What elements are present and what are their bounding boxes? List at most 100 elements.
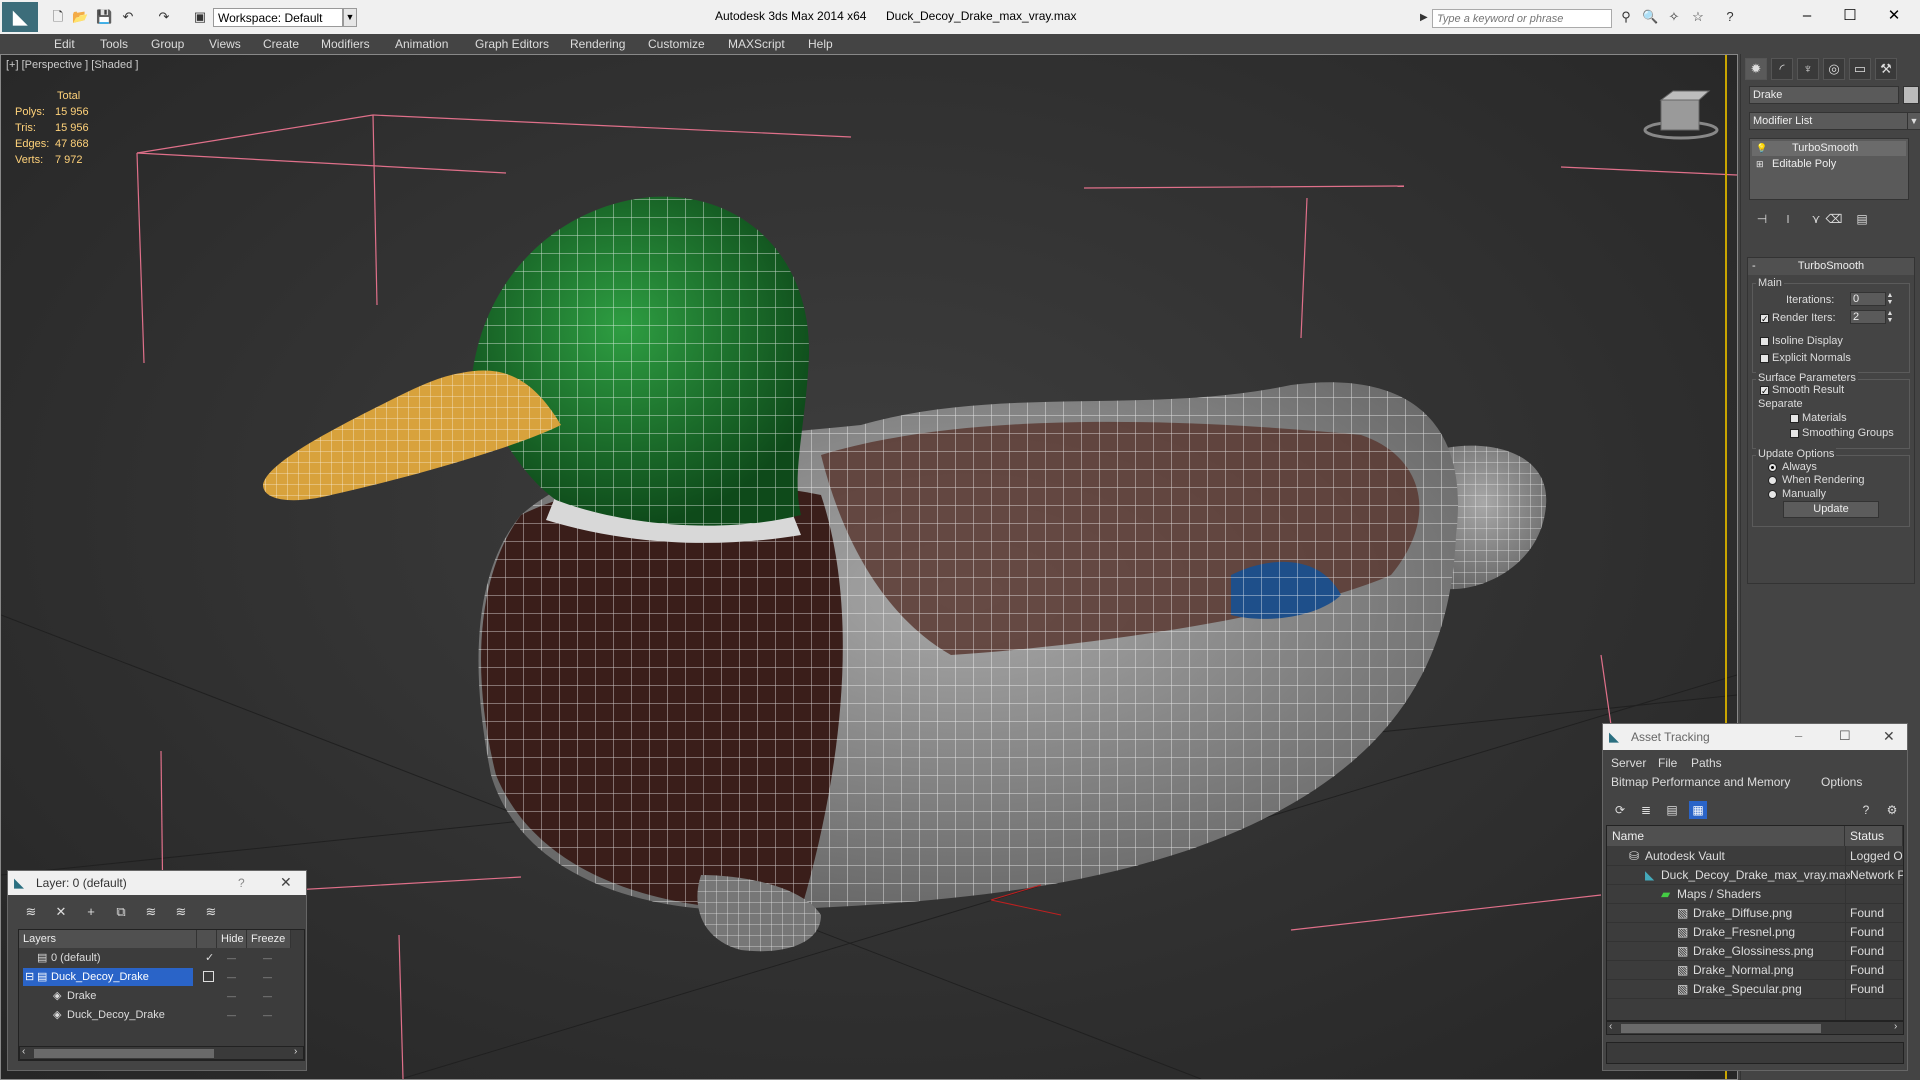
table-row[interactable]: ⛁ Autodesk Vault Logged O <box>1607 847 1903 866</box>
make-unique-icon[interactable]: ⋎ <box>1807 210 1825 228</box>
hide-all-layers-icon[interactable]: ≋ <box>172 903 190 921</box>
list-view-icon[interactable]: ≣ <box>1637 801 1655 819</box>
scrollbar-thumb[interactable] <box>1621 1024 1821 1033</box>
collapse-minus-icon[interactable]: ⊟ <box>25 968 34 986</box>
materials-checkbox[interactable] <box>1790 414 1799 423</box>
column-header-hide[interactable]: Hide <box>217 930 247 948</box>
always-radio[interactable] <box>1768 463 1777 472</box>
table-row[interactable]: ▧ Drake_Specular.png Found <box>1607 980 1903 999</box>
workspace-dropdown[interactable]: Workspace: Default <box>213 8 343 27</box>
column-header-status[interactable]: Status <box>1845 826 1903 846</box>
object-name-field[interactable]: Drake <box>1749 86 1899 104</box>
menu-help[interactable]: Help <box>808 34 833 54</box>
scroll-right-icon[interactable]: › <box>294 1046 297 1057</box>
freeze-toggle[interactable]: — <box>263 987 272 1005</box>
table-row[interactable]: ▧ Drake_Normal.png Found <box>1607 961 1903 980</box>
smooth-result-checkbox[interactable]: ✓ <box>1760 386 1769 396</box>
binoculars-icon[interactable]: ⚲ <box>1618 9 1634 25</box>
open-file-icon[interactable]: 📂 <box>72 9 88 25</box>
detail-view-icon[interactable]: ▤ <box>1663 801 1681 819</box>
highlight-layer-icon[interactable]: ≋ <box>142 903 160 921</box>
collapse-minus-icon[interactable]: - <box>1752 258 1756 275</box>
menu-create[interactable]: Create <box>263 34 299 54</box>
scroll-left-icon[interactable]: ‹ <box>22 1046 25 1057</box>
asset-path-field[interactable] <box>1606 1042 1904 1064</box>
table-row[interactable]: ◈ Duck_Decoy_Drake — — <box>19 1006 304 1024</box>
update-button[interactable]: Update <box>1783 501 1879 518</box>
create-tab-icon[interactable]: ✹ <box>1745 58 1767 80</box>
menu-maxscript[interactable]: MAXScript <box>728 34 785 54</box>
hide-toggle[interactable]: — <box>227 1006 236 1024</box>
table-row[interactable]: ▤ 0 (default) ✓ — — <box>19 949 304 967</box>
menu-views[interactable]: Views <box>209 34 241 54</box>
freeze-all-layers-icon[interactable]: ≋ <box>202 903 220 921</box>
column-header-freeze[interactable]: Freeze <box>247 930 291 948</box>
explicit-normals-checkbox[interactable] <box>1760 354 1769 363</box>
menu-file[interactable]: File <box>1658 756 1677 770</box>
pin-stack-icon[interactable]: ⊣ <box>1753 210 1771 228</box>
freeze-toggle[interactable]: — <box>263 1006 272 1024</box>
table-view-icon[interactable]: ▦ <box>1689 801 1707 819</box>
scroll-left-icon[interactable]: ‹ <box>1609 1021 1612 1032</box>
refresh-icon[interactable]: ⟳ <box>1611 801 1629 819</box>
render-iters-spinner[interactable]: 2 <box>1850 310 1886 324</box>
horizontal-scrollbar[interactable]: ‹ › <box>19 1046 304 1060</box>
table-row[interactable]: ◈ Drake — — <box>19 987 304 1005</box>
subscription-icon[interactable]: ✧ <box>1666 9 1682 25</box>
set-current-checkbox[interactable] <box>203 971 214 982</box>
expand-plus-icon[interactable]: ⊞ <box>1756 157 1764 172</box>
menu-rendering[interactable]: Rendering <box>570 34 625 54</box>
undo-icon[interactable]: ↶ <box>120 9 136 25</box>
manually-radio[interactable] <box>1768 490 1777 499</box>
create-layer-icon[interactable]: ≋ <box>22 903 40 921</box>
freeze-toggle[interactable]: — <box>263 968 272 986</box>
delete-layer-icon[interactable]: ✕ <box>52 903 70 921</box>
save-icon[interactable]: 💾 <box>96 9 112 25</box>
menu-server[interactable]: Server <box>1611 756 1646 770</box>
lightbulb-icon[interactable]: 💡 <box>1756 141 1767 156</box>
freeze-toggle[interactable]: — <box>263 949 272 967</box>
settings-icon[interactable]: ⚙ <box>1883 801 1901 819</box>
rollout-header[interactable]: - TurboSmooth <box>1748 258 1914 275</box>
scroll-right-icon[interactable]: › <box>1894 1021 1897 1032</box>
close-icon[interactable]: ✕ <box>280 874 292 891</box>
new-file-icon[interactable]: 🗋 <box>50 9 66 25</box>
spinner-arrows-icon[interactable]: ▲ ▼ <box>1886 310 1894 324</box>
app-logo-icon[interactable]: ◣ <box>2 2 38 32</box>
modify-tab-icon[interactable]: ◜ <box>1771 58 1793 80</box>
isoline-display-checkbox[interactable] <box>1760 337 1769 346</box>
help-button[interactable]: ? <box>238 876 245 890</box>
select-objects-icon[interactable]: ⧉ <box>112 903 130 921</box>
checkmark-icon[interactable]: ✓ <box>205 949 214 967</box>
menu-graph-editors[interactable]: Graph Editors <box>475 34 549 54</box>
when-rendering-radio[interactable] <box>1768 476 1777 485</box>
chevron-down-icon[interactable]: ▼ <box>1907 112 1920 130</box>
hide-toggle[interactable]: — <box>227 968 236 986</box>
menu-animation[interactable]: Animation <box>395 34 448 54</box>
hierarchy-tab-icon[interactable]: ♆ <box>1797 58 1819 80</box>
minimize-button[interactable]: – <box>1795 728 1802 743</box>
show-end-result-icon[interactable]: ⏽ <box>1779 210 1797 228</box>
maximize-button[interactable]: ☐ <box>1839 728 1851 744</box>
maximize-button[interactable]: ☐ <box>1830 4 1870 28</box>
display-tab-icon[interactable]: ▭ <box>1849 58 1871 80</box>
menu-tools[interactable]: Tools <box>100 34 128 54</box>
table-row[interactable]: ▧ Drake_Fresnel.png Found <box>1607 923 1903 942</box>
close-icon[interactable]: ✕ <box>1883 728 1895 745</box>
render-iters-checkbox[interactable]: ✓ <box>1760 314 1769 324</box>
column-header-current[interactable] <box>197 930 217 948</box>
horizontal-scrollbar[interactable]: ‹ › <box>1606 1021 1904 1035</box>
table-row[interactable]: ▰ Maps / Shaders <box>1607 885 1903 904</box>
help-icon[interactable]: ? <box>1722 9 1738 25</box>
column-header-name[interactable]: Name <box>1607 826 1845 846</box>
menu-bitmap-performance[interactable]: Bitmap Performance and Memory <box>1611 775 1790 789</box>
motion-tab-icon[interactable]: ◎ <box>1823 58 1845 80</box>
redo-icon[interactable]: ↷ <box>156 9 172 25</box>
table-row[interactable]: ◣ Duck_Decoy_Drake_max_vray.max Network … <box>1607 866 1903 885</box>
hide-toggle[interactable]: — <box>227 987 236 1005</box>
menu-edit[interactable]: Edit <box>54 34 75 54</box>
asset-dialog-titlebar[interactable]: ◣ Asset Tracking – ☐ ✕ <box>1603 724 1907 750</box>
stack-item-turbosmooth[interactable]: 💡 TurboSmooth <box>1752 141 1906 156</box>
utilities-tab-icon[interactable]: ⚒ <box>1875 58 1897 80</box>
close-button[interactable]: ✕ <box>1874 4 1914 28</box>
